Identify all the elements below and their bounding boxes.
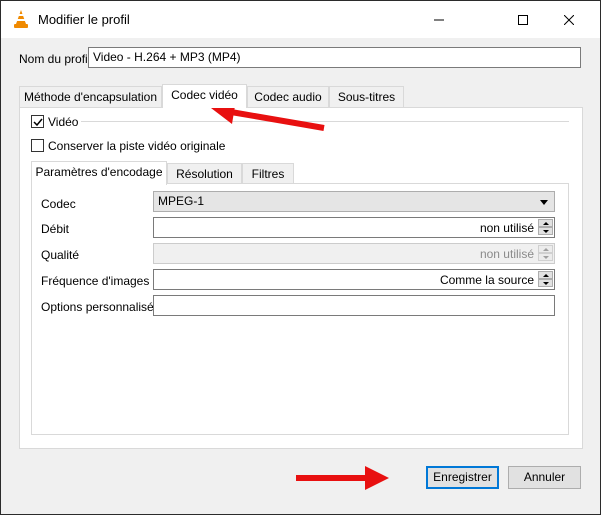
increment-arrow-icon: [538, 245, 553, 253]
tab-video-codec[interactable]: Codec vidéo: [162, 84, 247, 108]
keep-original-label: Conserver la piste vidéo originale: [48, 139, 226, 153]
annotation-arrow-to-save-button: [296, 466, 389, 490]
framerate-spinbox[interactable]: Comme la source: [153, 269, 555, 290]
tab-encapsulation[interactable]: Méthode d'encapsulation: [19, 86, 162, 108]
dropdown-arrow-icon: [540, 200, 548, 205]
close-button[interactable]: [546, 1, 592, 38]
decrement-arrow-icon: [538, 253, 553, 261]
title-bar: Modifier le profil: [1, 1, 600, 38]
framerate-label: Fréquence d'images: [41, 274, 150, 288]
tab-subtitles[interactable]: Sous-titres: [329, 86, 404, 108]
subtab-filters[interactable]: Filtres: [242, 163, 294, 185]
decrement-arrow-icon[interactable]: [538, 279, 553, 287]
vlc-cone-icon: [14, 10, 28, 28]
framerate-value: Comme la source: [439, 273, 534, 287]
bitrate-label: Débit: [41, 222, 70, 236]
subtab-resolution[interactable]: Résolution: [167, 163, 242, 185]
custom-options-input[interactable]: [153, 295, 555, 316]
profile-dialog: Modifier le profil Nom du profil Video -…: [0, 0, 601, 515]
framerate-stepper: [538, 271, 553, 288]
maximize-button[interactable]: [500, 1, 546, 38]
close-icon: [564, 14, 574, 25]
bitrate-spinbox[interactable]: non utilisé: [153, 217, 555, 238]
window-title: Modifier le profil: [38, 12, 130, 27]
increment-arrow-icon[interactable]: [538, 271, 553, 279]
keep-original-checkbox[interactable]: [31, 139, 44, 152]
codec-select-value: MPEG-1: [158, 194, 205, 208]
profile-name-label: Nom du profil: [19, 52, 91, 66]
custom-options-label: Options personnalisés: [41, 300, 160, 314]
decrement-arrow-icon[interactable]: [538, 227, 553, 235]
video-enable-label: Vidéo: [48, 115, 79, 129]
bitrate-stepper: [538, 219, 553, 236]
checkmark-icon: [33, 118, 43, 127]
quality-value: non utilisé: [479, 247, 534, 261]
increment-arrow-icon[interactable]: [538, 219, 553, 227]
video-enable-checkbox[interactable]: [31, 115, 44, 128]
minimize-icon: [434, 19, 444, 20]
quality-stepper: [538, 245, 553, 262]
cancel-button[interactable]: Annuler: [508, 466, 581, 489]
profile-name-input[interactable]: Video - H.264 + MP3 (MP4): [88, 47, 581, 68]
subtab-encoding-params[interactable]: Paramètres d'encodage: [31, 161, 167, 185]
maximize-icon: [518, 14, 528, 25]
codec-select[interactable]: MPEG-1: [153, 191, 555, 212]
quality-label: Qualité: [41, 248, 80, 262]
codec-label: Codec: [41, 197, 76, 211]
minimize-button[interactable]: [416, 1, 462, 38]
quality-spinbox: non utilisé: [153, 243, 555, 264]
bitrate-value: non utilisé: [479, 221, 534, 235]
save-button[interactable]: Enregistrer: [426, 466, 499, 489]
